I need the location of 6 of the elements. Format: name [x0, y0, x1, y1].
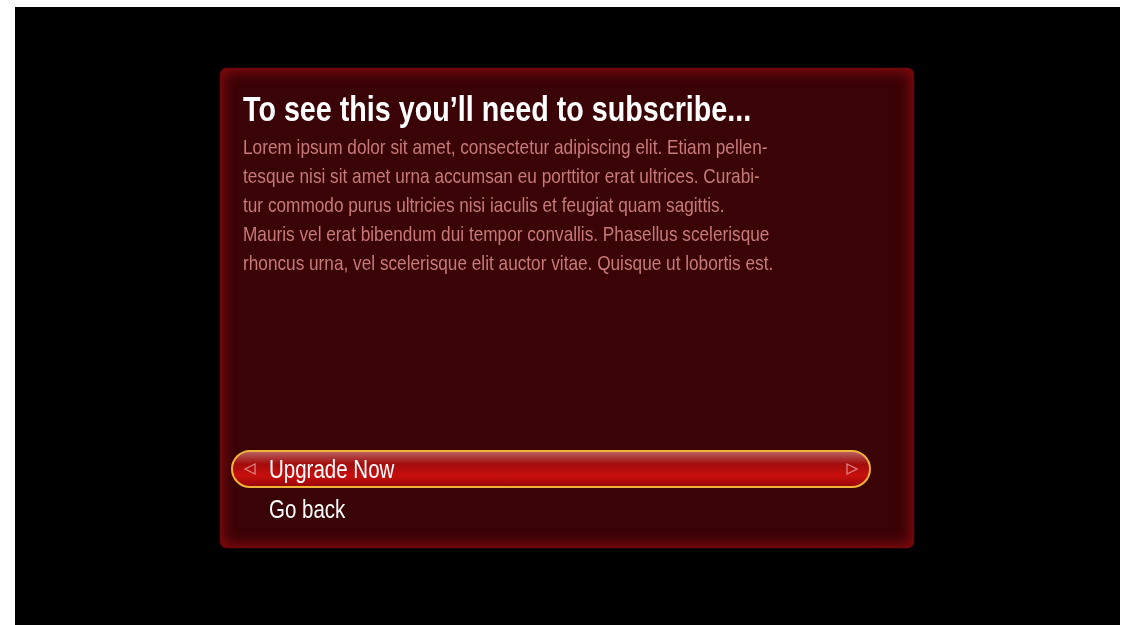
dialog-message: Lorem ipsum dolor sit amet, consectetur adipiscing elit. Etiam pellen- tesque nisi sit amet urna accumsan eu porttitor erat ultrices. Curabi- tur commodo purus ultricies nisi iaculis et feugiat quam sagittis. Mauris vel erat bibendum dui tempor convallis. Phasellus scelerisque rhoncus urna, vel scelerisque elit auctor vitae. Quisque ut lobortis est.	[243, 134, 774, 276]
right-arrow-icon	[845, 462, 859, 476]
left-arrow-icon	[243, 462, 257, 476]
menu-option[interactable]: Go back	[231, 490, 871, 528]
dialog-title: To see this you’ll need to subscribe...	[243, 88, 752, 130]
menu-option[interactable]: Upgrade Now	[231, 450, 871, 488]
